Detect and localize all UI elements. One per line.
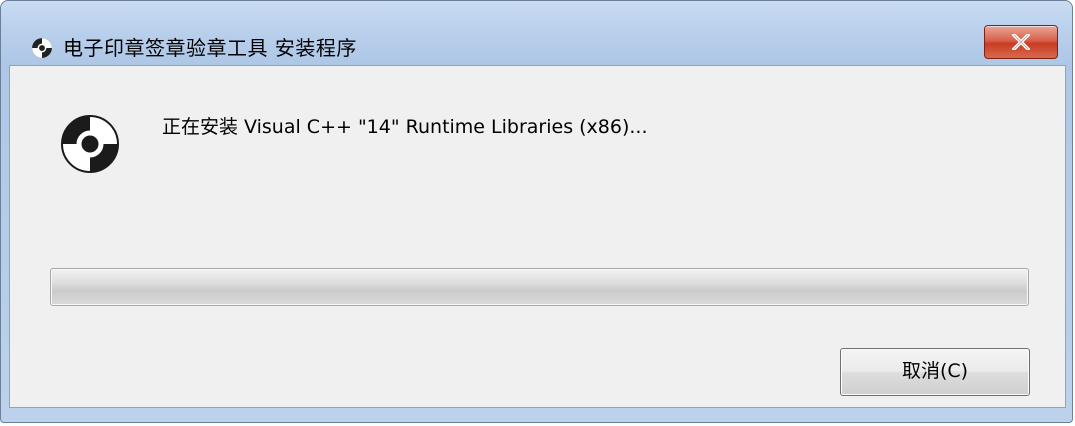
title-bar[interactable]: 电子印章签章验章工具 安装程序 bbox=[1, 1, 1072, 63]
close-x-icon bbox=[1012, 34, 1030, 50]
disc-install-icon bbox=[61, 115, 119, 173]
dialog-content: 正在安装 Visual C++ "14" Runtime Libraries (… bbox=[9, 65, 1066, 408]
install-progress-bar bbox=[50, 268, 1029, 306]
cancel-button-label: 取消(C) bbox=[901, 360, 969, 382]
installer-window: 电子印章签章验章工具 安装程序 正在安装 Visual C++ "14" Run… bbox=[0, 0, 1073, 423]
disc-install-icon bbox=[32, 38, 52, 58]
install-status-text: 正在安装 Visual C++ "14" Runtime Libraries (… bbox=[162, 116, 648, 138]
window-title: 电子印章签章验章工具 安装程序 bbox=[63, 36, 357, 60]
cancel-button[interactable]: 取消(C) bbox=[840, 348, 1030, 396]
close-button[interactable] bbox=[984, 25, 1058, 59]
